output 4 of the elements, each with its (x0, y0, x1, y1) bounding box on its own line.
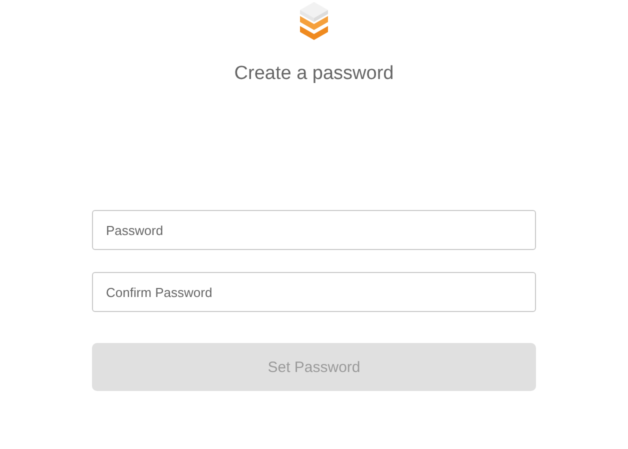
password-field[interactable]: Password (92, 210, 536, 250)
password-field[interactable]: Confirm Password (92, 272, 536, 312)
logo-icon (299, 2, 329, 42)
page-title: Create a password (234, 63, 394, 85)
